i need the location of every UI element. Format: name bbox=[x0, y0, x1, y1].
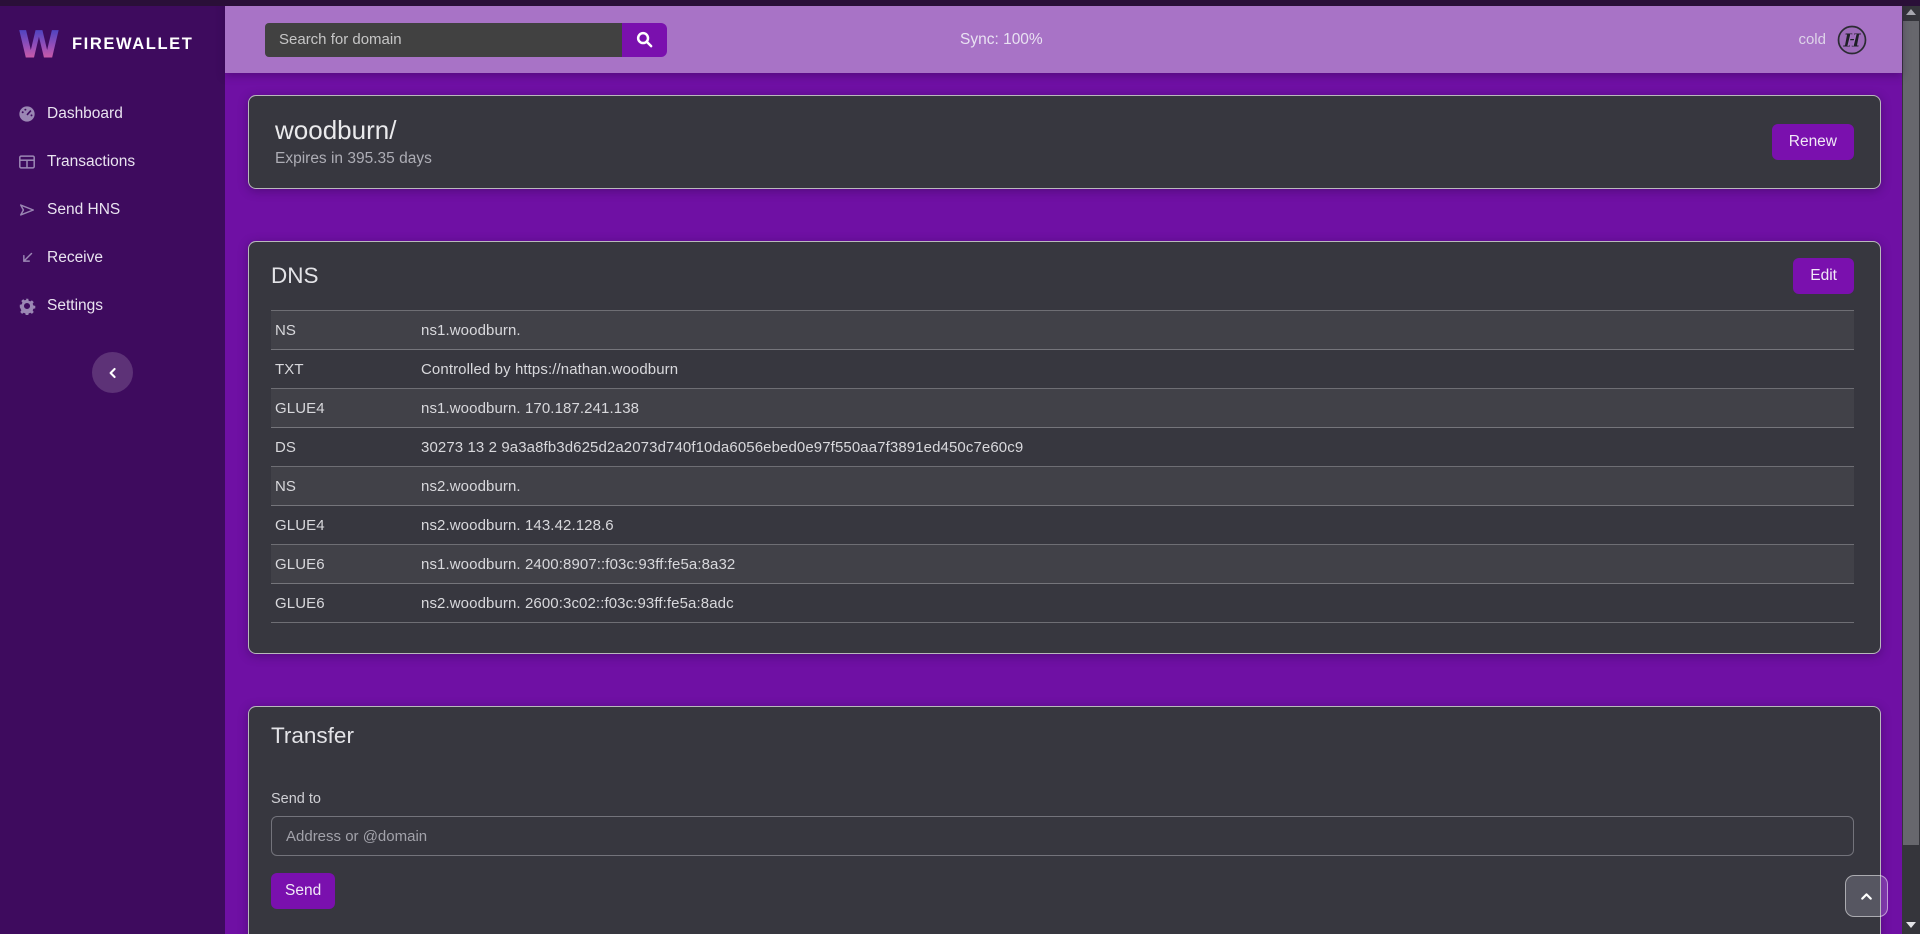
search-input[interactable] bbox=[265, 23, 622, 57]
dns-record-row: GLUE4ns1.woodburn. 170.187.241.138 bbox=[271, 389, 1854, 428]
domain-expiry: Expires in 395.35 days bbox=[275, 150, 432, 168]
dns-record-row: GLUE6ns1.woodburn. 2400:8907::f03c:93ff:… bbox=[271, 545, 1854, 584]
sidebar-item-label: Receive bbox=[47, 249, 103, 267]
dns-record-type: DS bbox=[271, 428, 417, 467]
receive-icon bbox=[18, 249, 36, 267]
wallet-selector[interactable]: cold H bbox=[1798, 0, 1868, 73]
dns-record-value: ns1.woodburn. 170.187.241.138 bbox=[417, 389, 1854, 428]
app-window: W FIREWALLET Dashboard bbox=[0, 0, 1920, 934]
handshake-logo-icon: H bbox=[1836, 24, 1868, 56]
domain-card: woodburn/ Expires in 395.35 days Renew bbox=[248, 95, 1881, 189]
sidebar-item-receive[interactable]: Receive bbox=[0, 234, 225, 282]
transactions-icon bbox=[18, 153, 36, 171]
sidebar-item-dashboard[interactable]: Dashboard bbox=[0, 90, 225, 138]
dns-record-type: GLUE6 bbox=[271, 584, 417, 623]
dns-record-row: NSns1.woodburn. bbox=[271, 311, 1854, 350]
dns-record-value: ns1.woodburn. bbox=[417, 311, 1854, 350]
firewallet-logo-icon: W bbox=[18, 20, 60, 68]
sidebar: W FIREWALLET Dashboard bbox=[0, 0, 225, 934]
sidebar-item-settings[interactable]: Settings bbox=[0, 282, 225, 330]
dns-card-header: DNS Edit bbox=[271, 258, 1854, 294]
edit-dns-button[interactable]: Edit bbox=[1793, 258, 1854, 294]
domain-title: woodburn/ bbox=[275, 116, 432, 146]
app-logo[interactable]: W FIREWALLET bbox=[0, 12, 225, 74]
search-icon bbox=[635, 30, 654, 49]
dns-record-type: GLUE6 bbox=[271, 545, 417, 584]
wallet-name: cold bbox=[1798, 31, 1826, 48]
dns-record-type: TXT bbox=[271, 350, 417, 389]
scrollbar-up-button[interactable] bbox=[1902, 4, 1920, 20]
scrollbar-down-button[interactable] bbox=[1902, 917, 1920, 933]
chevron-left-icon bbox=[105, 365, 121, 381]
dns-records-table: NSns1.woodburn.TXTControlled by https://… bbox=[271, 310, 1854, 623]
svg-text:H: H bbox=[1842, 30, 1861, 51]
sidebar-nav: Dashboard Transactions S bbox=[0, 90, 225, 330]
send-icon bbox=[18, 201, 36, 219]
triangle-down-icon bbox=[1906, 922, 1916, 928]
dns-record-type: GLUE4 bbox=[271, 389, 417, 428]
domain-card-text: woodburn/ Expires in 395.35 days bbox=[275, 116, 432, 169]
topbar: Sync: 100% cold H bbox=[225, 0, 1902, 73]
send-transfer-button[interactable]: Send bbox=[271, 873, 335, 909]
dns-record-value: ns2.woodburn. bbox=[417, 467, 1854, 506]
dns-record-value: ns1.woodburn. 2400:8907::f03c:93ff:fe5a:… bbox=[417, 545, 1854, 584]
main-area: Sync: 100% cold H woodburn/ Expires in 3… bbox=[225, 0, 1902, 934]
app-title: FIREWALLET bbox=[72, 35, 193, 54]
sidebar-item-label: Transactions bbox=[47, 153, 135, 171]
settings-icon bbox=[18, 297, 36, 315]
dns-record-value: ns2.woodburn. 2600:3c02::f03c:93ff:fe5a:… bbox=[417, 584, 1854, 623]
search-button[interactable] bbox=[622, 23, 667, 57]
dns-record-row: DS30273 13 2 9a3a8fb3d625d2a2073d740f10d… bbox=[271, 428, 1854, 467]
renew-button[interactable]: Renew bbox=[1772, 124, 1854, 160]
svg-text:W: W bbox=[18, 23, 60, 67]
transfer-title: Transfer bbox=[271, 723, 1854, 749]
dns-record-row: GLUE4ns2.woodburn. 143.42.128.6 bbox=[271, 506, 1854, 545]
sidebar-item-label: Send HNS bbox=[47, 201, 120, 219]
sidebar-item-label: Settings bbox=[47, 297, 103, 315]
sidebar-item-label: Dashboard bbox=[47, 105, 123, 123]
sync-status: Sync: 100% bbox=[960, 0, 1043, 73]
dns-record-value: ns2.woodburn. 143.42.128.6 bbox=[417, 506, 1854, 545]
dns-record-row: NSns2.woodburn. bbox=[271, 467, 1854, 506]
dns-record-value: 30273 13 2 9a3a8fb3d625d2a2073d740f10da6… bbox=[417, 428, 1854, 467]
sidebar-collapse-button[interactable] bbox=[92, 352, 133, 393]
sidebar-item-transactions[interactable]: Transactions bbox=[0, 138, 225, 186]
window-top-edge bbox=[0, 0, 1920, 6]
page-content: woodburn/ Expires in 395.35 days Renew D… bbox=[225, 73, 1902, 934]
scroll-to-top-button[interactable] bbox=[1845, 875, 1888, 917]
scrollbar-thumb[interactable] bbox=[1903, 21, 1919, 845]
transfer-address-input[interactable] bbox=[271, 816, 1854, 856]
transfer-card: Transfer Send to Send bbox=[248, 706, 1881, 934]
dns-title: DNS bbox=[271, 263, 319, 289]
sidebar-item-send-hns[interactable]: Send HNS bbox=[0, 186, 225, 234]
dashboard-icon bbox=[18, 105, 36, 123]
dns-record-value: Controlled by https://nathan.woodburn bbox=[417, 350, 1854, 389]
dns-table-body: NSns1.woodburn.TXTControlled by https://… bbox=[271, 311, 1854, 623]
dns-record-type: GLUE4 bbox=[271, 506, 417, 545]
dns-record-row: TXTControlled by https://nathan.woodburn bbox=[271, 350, 1854, 389]
domain-search bbox=[265, 23, 667, 57]
send-to-label: Send to bbox=[271, 791, 1854, 807]
page-scrollbar[interactable] bbox=[1902, 0, 1920, 934]
chevron-up-icon bbox=[1858, 888, 1875, 905]
dns-record-type: NS bbox=[271, 467, 417, 506]
dns-record-row: GLUE6ns2.woodburn. 2600:3c02::f03c:93ff:… bbox=[271, 584, 1854, 623]
dns-card: DNS Edit NSns1.woodburn.TXTControlled by… bbox=[248, 241, 1881, 654]
triangle-up-icon bbox=[1906, 9, 1916, 15]
dns-record-type: NS bbox=[271, 311, 417, 350]
